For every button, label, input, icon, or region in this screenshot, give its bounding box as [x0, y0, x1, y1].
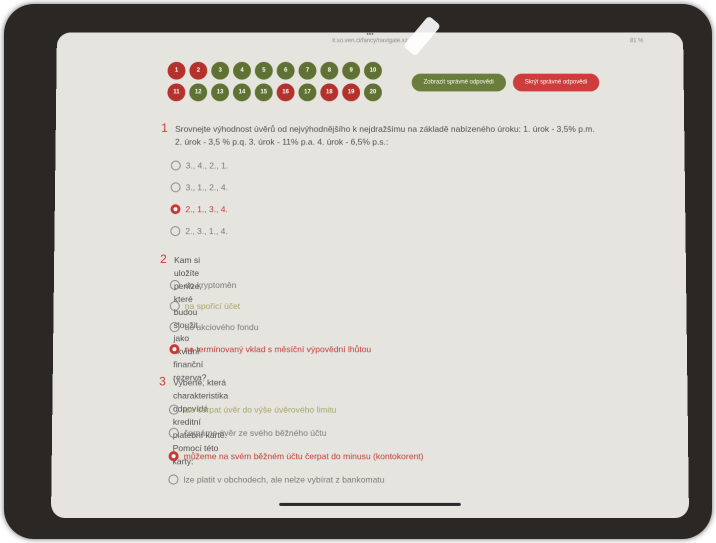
- answer-option[interactable]: lze platit v obchodech, ale nelze vybíra…: [168, 474, 385, 485]
- radio-icon[interactable]: [169, 301, 180, 312]
- question-navigator-row: 11 12 13 14 15 16 17 18 19 20: [167, 83, 395, 102]
- answer-option[interactable]: 2., 3., 1., 4.: [170, 226, 228, 237]
- question-nav-button[interactable]: 8: [320, 61, 339, 80]
- question-nav-button[interactable]: 2: [189, 61, 208, 80]
- question-nav-button[interactable]: 6: [276, 61, 295, 80]
- question-navigator: 1 2 3 4 5 6 7 8 9 10 11 12 13 14 15 16 17 18 19 20: [167, 61, 396, 105]
- answer-option-selected[interactable]: na termínovaný vklad s měsíční výpovědní…: [169, 344, 371, 355]
- question-nav-button[interactable]: 16: [276, 83, 295, 102]
- answer-option[interactable]: 3., 4., 2., 1.: [170, 160, 228, 171]
- radio-selected-icon[interactable]: [169, 344, 180, 355]
- tablet-screen: ••• lr.so.ven.cl/fancy/navigate.xz 81 % …: [50, 32, 690, 519]
- question-nav-button[interactable]: 7: [298, 61, 317, 80]
- radio-selected-icon[interactable]: [168, 451, 179, 462]
- question-number: 1: [161, 120, 168, 135]
- question-nav-button[interactable]: 19: [342, 83, 361, 102]
- answer-option[interactable]: do kryptoměn: [169, 279, 236, 291]
- home-indicator[interactable]: [279, 502, 461, 506]
- question-nav-button[interactable]: 11: [167, 83, 186, 102]
- status-bar: ••• lr.so.ven.cl/fancy/navigate.xz 81 %: [57, 32, 683, 48]
- question-number: 3: [159, 374, 166, 389]
- photo-frame: ••• lr.so.ven.cl/fancy/navigate.xz 81 % …: [4, 4, 712, 539]
- hide-correct-answers-button[interactable]: Skrýt správné odpovědi: [512, 73, 600, 92]
- radio-selected-icon[interactable]: [170, 204, 181, 215]
- question-nav-button[interactable]: 9: [342, 61, 361, 80]
- question-nav-button[interactable]: 20: [364, 83, 382, 102]
- radio-icon[interactable]: [170, 160, 181, 171]
- question-nav-button[interactable]: 13: [211, 83, 230, 102]
- question-nav-button[interactable]: 5: [254, 61, 273, 80]
- battery-indicator: 81 %: [629, 38, 644, 45]
- radio-icon[interactable]: [170, 182, 181, 193]
- answer-option[interactable]: čerpáme úvěr ze svého běžného účtu: [168, 427, 327, 438]
- question-text: Srovnejte výhodnost úvěrů od nejvýhodněj…: [174, 123, 595, 147]
- radio-icon[interactable]: [170, 226, 181, 237]
- answer-option[interactable]: na spořicí účet: [169, 301, 240, 312]
- question-nav-button[interactable]: 17: [298, 83, 317, 102]
- radio-icon[interactable]: [169, 322, 180, 333]
- question-nav-button[interactable]: 1: [167, 61, 186, 80]
- answer-option[interactable]: do akciového fondu: [169, 322, 259, 333]
- question-nav-button[interactable]: 3: [211, 61, 230, 80]
- status-url[interactable]: lr.so.ven.cl/fancy/navigate.xz: [57, 38, 683, 44]
- question-number: 2: [160, 252, 167, 267]
- answer-option-selected[interactable]: můžeme na svém běžném účtu čerpat do min…: [168, 451, 424, 462]
- radio-icon[interactable]: [168, 427, 179, 438]
- question-nav-button[interactable]: 18: [320, 83, 339, 102]
- question-nav-button[interactable]: 4: [233, 61, 251, 80]
- radio-icon[interactable]: [168, 474, 179, 485]
- show-correct-answers-button[interactable]: Zobrazit správné odpovědi: [411, 73, 506, 92]
- answer-option[interactable]: 3., 1., 2., 4.: [170, 182, 228, 193]
- question-nav-button[interactable]: 14: [232, 83, 251, 102]
- question-text: Kam si uložíte peníze, které budou slouž…: [173, 255, 207, 383]
- answer-option[interactable]: lze čerpat úvěr do výše úvěrového limitu: [168, 404, 336, 415]
- answer-option-selected[interactable]: 2., 1., 3., 4.: [170, 204, 228, 215]
- question-nav-button[interactable]: 15: [254, 83, 273, 102]
- question-nav-button[interactable]: 10: [364, 61, 382, 80]
- radio-icon[interactable]: [169, 279, 180, 291]
- question-navigator-row: 1 2 3 4 5 6 7 8 9 10: [167, 61, 396, 80]
- radio-icon[interactable]: [168, 404, 180, 415]
- question-nav-button[interactable]: 12: [189, 83, 208, 102]
